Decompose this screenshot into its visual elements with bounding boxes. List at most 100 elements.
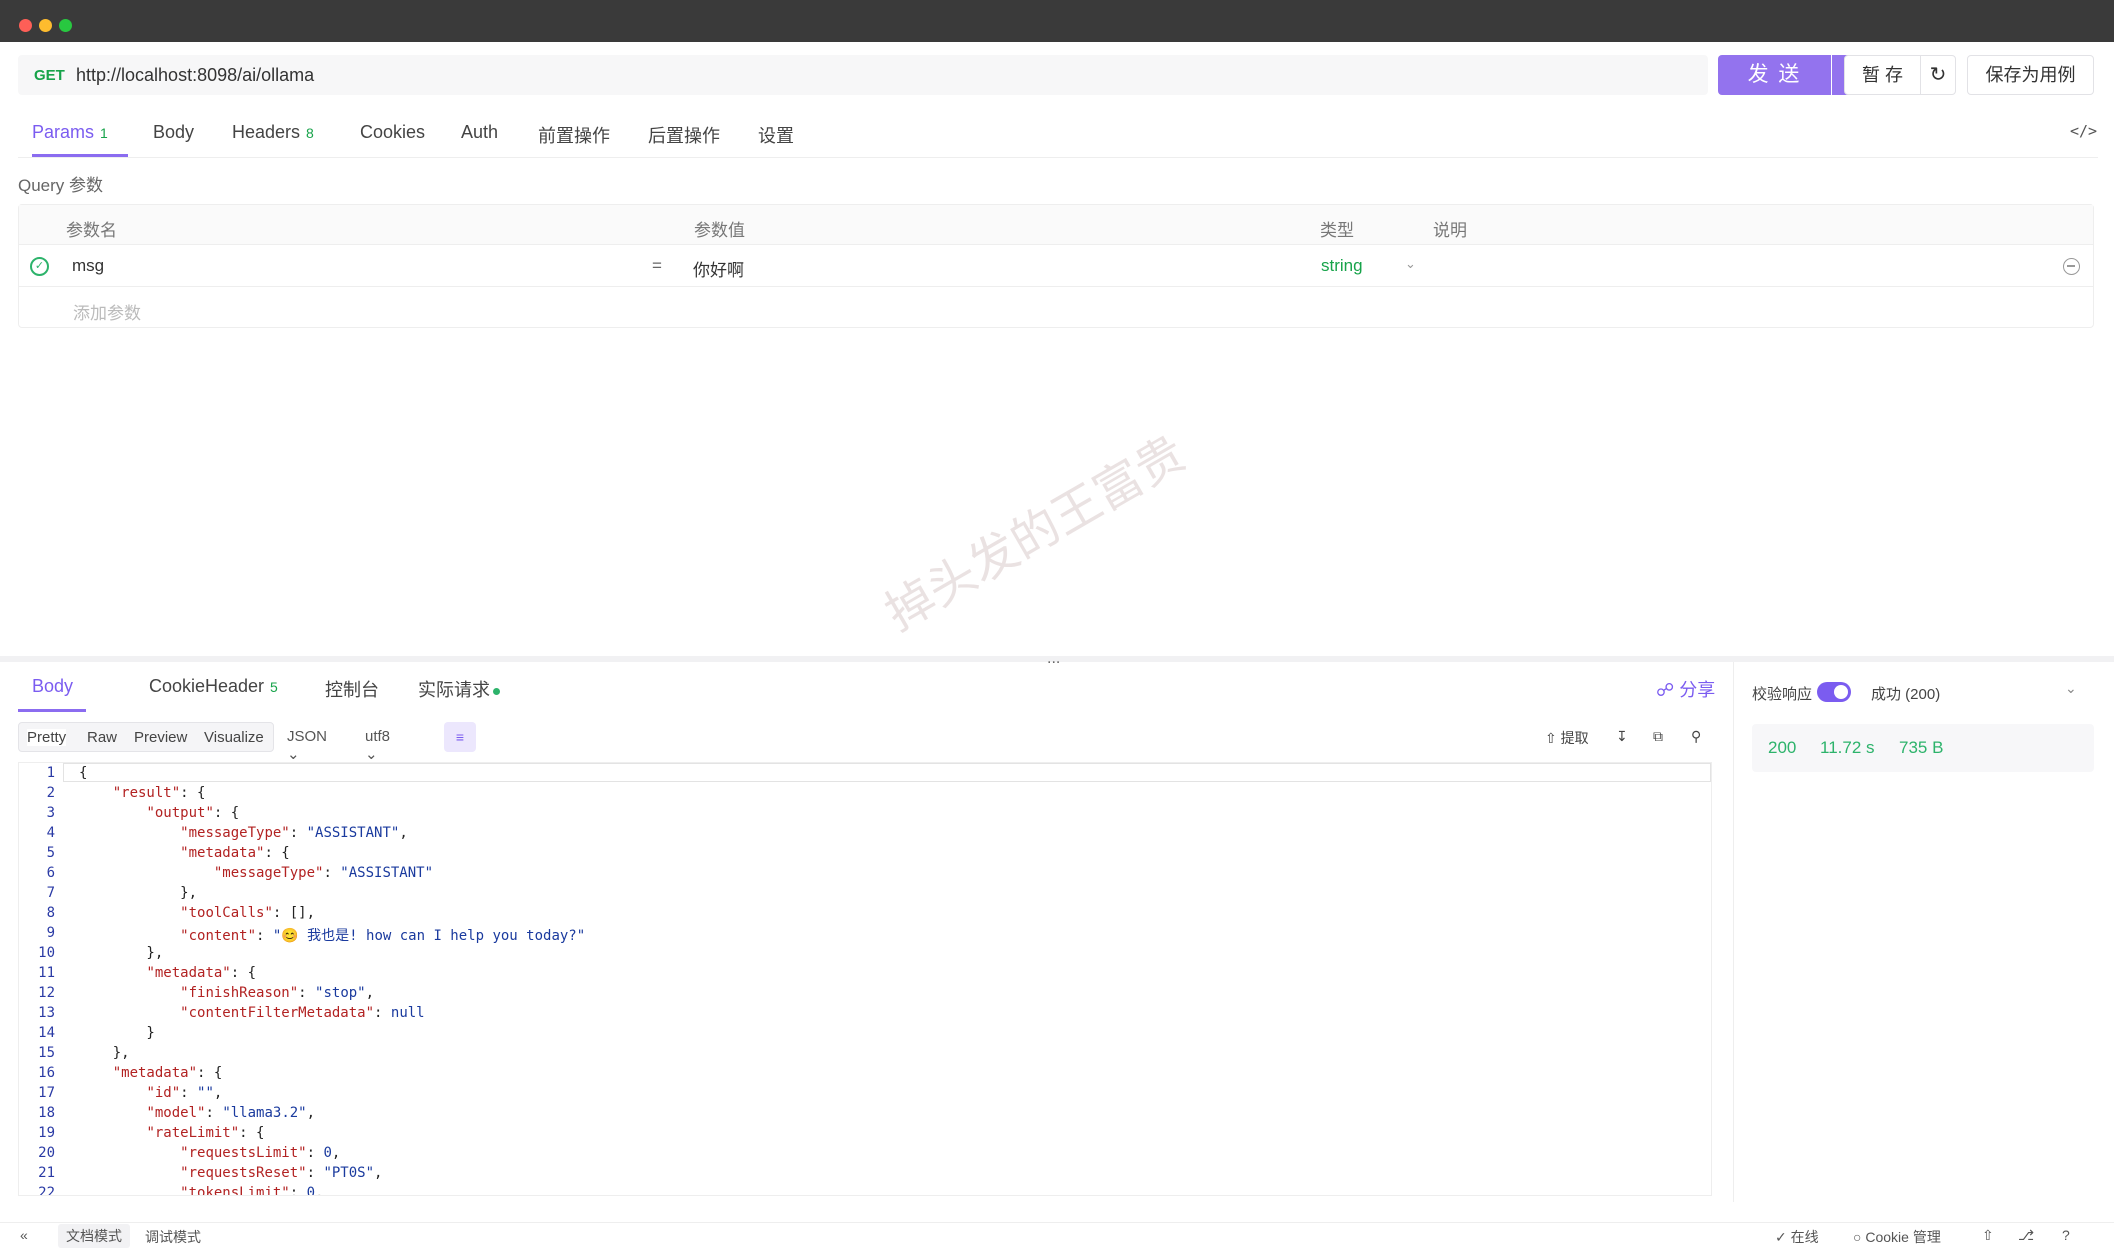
code-line: "rateLimit": { [146,1125,265,1141]
code-line: }, [79,945,164,961]
tab-body[interactable]: Body [153,122,194,143]
enabled-check-icon[interactable]: ✓ [30,257,49,276]
share-icon: ☍ [1656,680,1675,700]
validate-toggle[interactable] [1817,682,1851,702]
reset-button[interactable]: ↻ [1920,55,1956,95]
tab-auth[interactable]: Auth [461,122,498,143]
chevron-down-icon: ⌄ [365,746,378,763]
tab-post-actions[interactable]: 后置操作 [648,122,720,148]
url-bar[interactable]: GET http://localhost:8098/ai/ollama [18,55,1708,95]
tab-response-cookie[interactable]: Cookie [149,676,205,697]
line-number: 9 [46,925,55,941]
params-table: 参数名 参数值 类型 说明 ✓ msg = 你好啊 string ⌄ 添加参数 [18,204,2094,328]
close-window-button[interactable] [19,19,32,32]
code-line: } [79,1025,155,1041]
send-button[interactable]: 发 送 [1718,55,1831,95]
tab-params[interactable]: Params 1 [32,122,108,143]
status-bar: « 文档模式 调试模式 ✓ 在线 ○ Cookie 管理 ⇧ ⎇ ? [0,1222,2114,1248]
table-row: ✓ msg = 你好啊 string ⌄ [19,245,2093,287]
param-value-cell[interactable]: 你好啊 [693,256,744,281]
code-line: "content": "😊 我也是! how can I help you to… [180,928,586,944]
view-raw[interactable]: Raw [87,729,117,746]
search-icon[interactable]: ⚲ [1691,728,1701,745]
param-type-select[interactable]: string [1321,256,1363,276]
minimize-window-button[interactable] [39,19,52,32]
watermark-text: 掉头发的王富贵 [876,425,1195,642]
line-number: 4 [46,825,55,841]
tab-settings[interactable]: 设置 [758,122,794,148]
line-number: 18 [38,1105,55,1121]
code-line: "toolCalls": [], [180,905,316,921]
view-preview[interactable]: Preview [134,729,187,746]
validation-status[interactable]: 成功 (200) [1871,683,1940,704]
url-input[interactable]: http://localhost:8098/ai/ollama [76,65,314,86]
code-line: { [79,765,88,781]
code-line: "output": { [146,805,240,821]
doc-mode-tab[interactable]: 文档模式 [58,1224,130,1248]
line-number: 5 [46,845,55,861]
column-header: 说明 [1433,221,1467,240]
view-pretty[interactable]: Pretty [27,729,67,746]
online-status[interactable]: ✓ 在线 [1775,1227,1819,1247]
column-header: 参数名 [66,221,117,240]
download-icon[interactable]: ↧ [1616,728,1628,745]
tab-headers[interactable]: Headers 8 [232,122,314,143]
query-section-label: Query 参数 [18,176,104,195]
param-name-cell[interactable]: msg [72,256,104,276]
response-code-editor[interactable]: 1 {2 "result": {3 "output": {4 "messageTy… [18,762,1712,1196]
chevron-down-icon: ⌄ [287,746,300,763]
code-line: "model": "llama3.2", [146,1105,316,1121]
line-number: 22 [38,1185,55,1196]
chevron-down-icon[interactable]: ⌄ [2065,680,2077,697]
params-table-header: 参数名 参数值 类型 说明 [19,205,2093,245]
copy-icon[interactable]: ⧉ [1653,728,1663,745]
branch-icon[interactable]: ⎇ [2018,1227,2034,1244]
format-select[interactable]: JSON ⌄ [287,728,327,763]
tab-console[interactable]: 控制台 [325,676,379,702]
code-icon[interactable]: </> [2070,122,2097,140]
code-line: "finishReason": "stop", [180,985,375,1001]
tab-response-header[interactable]: Header 5 [205,676,278,697]
code-line: "metadata": { [112,1065,223,1081]
add-param-input[interactable]: 添加参数 [73,299,141,324]
line-number: 2 [46,785,55,801]
encoding-select[interactable]: utf8 ⌄ [365,728,390,763]
zoom-window-button[interactable] [59,19,72,32]
share-button[interactable]: ☍ 分享 [1656,676,1715,702]
tab-response-body[interactable]: Body [32,676,73,697]
code-line: "metadata": { [180,845,290,861]
line-number: 19 [38,1125,55,1141]
line-number: 21 [38,1165,55,1181]
line-number: 17 [38,1085,55,1101]
save-as-case-button[interactable]: 保存为用例 [1967,55,2094,95]
stash-button[interactable]: 暂 存 [1844,55,1921,95]
http-method[interactable]: GET [34,67,65,84]
line-number: 13 [38,1005,55,1021]
code-line: }, [79,885,198,901]
column-header: 类型 [1320,221,1354,240]
line-number: 11 [38,965,55,981]
line-number: 14 [38,1025,55,1041]
tab-cookies[interactable]: Cookies [360,122,425,143]
debug-mode-tab[interactable]: 调试模式 [145,1227,201,1247]
word-wrap-icon[interactable]: ≡ [444,722,476,752]
remove-param-icon[interactable] [2063,258,2080,275]
response-size: 735 B [1899,738,1944,757]
tab-actual-request[interactable]: 实际请求 [418,676,500,702]
line-number: 7 [46,885,55,901]
code-line: "metadata": { [146,965,257,981]
cookie-manager-button[interactable]: ○ Cookie 管理 [1853,1227,1941,1247]
extract-button[interactable]: ⇧ 提取 [1545,728,1589,748]
tab-pre-actions[interactable]: 前置操作 [538,122,610,148]
cookie-icon: ○ [1853,1229,1862,1245]
line-number: 1 [46,765,55,781]
online-icon: ✓ [1775,1229,1787,1245]
status-code: 200 [1768,738,1797,757]
equals-sign: = [652,256,662,275]
upload-icon[interactable]: ⇧ [1982,1227,1994,1244]
response-time: 11.72 s [1820,738,1875,757]
line-number: 15 [38,1045,55,1061]
response-tabs: Body Cookie Header 5 控制台 实际请求 [18,664,1718,712]
view-mode-segment: Pretty Raw Preview Visualize [18,722,274,752]
view-visualize[interactable]: Visualize [204,729,264,746]
